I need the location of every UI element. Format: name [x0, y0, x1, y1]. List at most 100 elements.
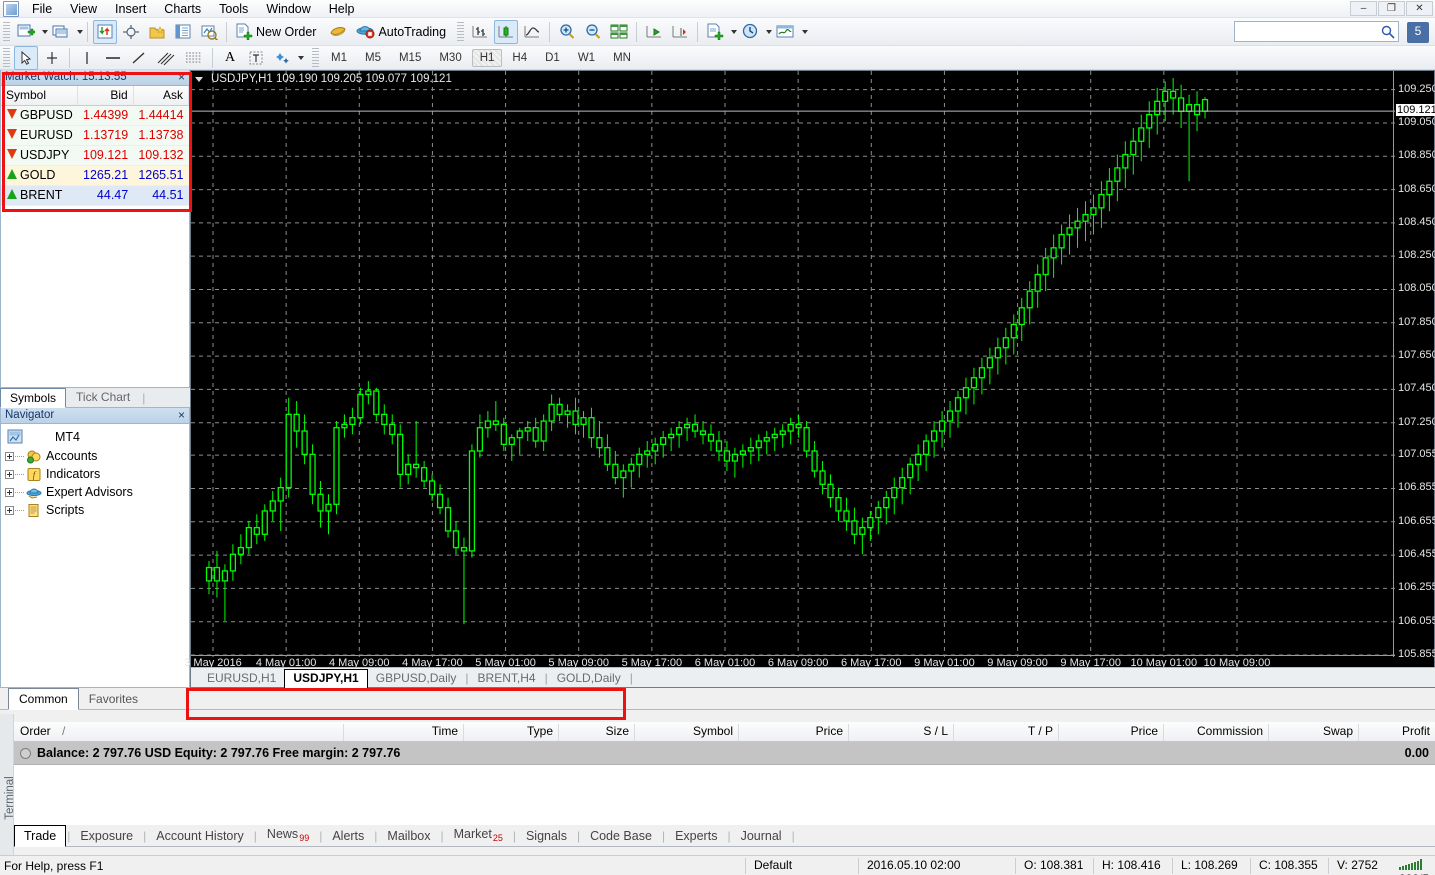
- status-profile[interactable]: Default: [745, 858, 792, 874]
- column-header-sl[interactable]: S / L: [849, 724, 954, 741]
- vertical-line-button[interactable]: [75, 46, 99, 70]
- timeframe-d1[interactable]: D1: [537, 49, 568, 67]
- terminal-tab-market[interactable]: Market25: [445, 824, 512, 847]
- menu-window[interactable]: Window: [257, 1, 319, 17]
- tab-common[interactable]: Common: [8, 688, 79, 710]
- navigator-button[interactable]: [171, 20, 195, 44]
- column-header-ask[interactable]: Ask: [133, 86, 188, 105]
- chart-tab-eurusd-h1[interactable]: EURUSD,H1: [199, 669, 284, 687]
- new-chart-button[interactable]: [14, 20, 38, 44]
- text-object-button[interactable]: [244, 46, 268, 70]
- periodicity-caret[interactable]: [766, 30, 772, 34]
- column-header-commission[interactable]: Commission: [1164, 724, 1269, 741]
- indicators-caret[interactable]: [802, 30, 808, 34]
- text-button[interactable]: A: [218, 46, 242, 70]
- cursor-button[interactable]: [14, 46, 38, 70]
- terminal-tab-signals[interactable]: Signals: [517, 826, 576, 846]
- profiles-button[interactable]: [49, 20, 73, 44]
- crosshair-tool-button[interactable]: [40, 46, 64, 70]
- chart-shift-button[interactable]: [642, 20, 666, 44]
- auto-scroll-button[interactable]: [668, 20, 692, 44]
- restore-button[interactable]: ❐: [1378, 1, 1405, 16]
- autotrading-button[interactable]: AutoTrading: [353, 20, 453, 44]
- table-row[interactable]: USDJPY 109.121 109.132: [1, 145, 189, 165]
- market-watch-button[interactable]: [93, 20, 117, 44]
- navigator-item-expert-advisors[interactable]: Expert Advisors: [3, 483, 189, 501]
- periodicity-button[interactable]: [738, 20, 762, 44]
- navigator-close-icon[interactable]: ×: [178, 408, 185, 422]
- candlestick-chart-button[interactable]: [494, 20, 518, 44]
- column-header-price-open[interactable]: Price: [739, 724, 849, 741]
- orders-list-body[interactable]: [14, 765, 1435, 825]
- timeframe-m1[interactable]: M1: [323, 49, 355, 67]
- crosshair-button[interactable]: [119, 20, 143, 44]
- terminal-tab-alerts[interactable]: Alerts: [323, 826, 373, 846]
- terminal-tab-journal[interactable]: Journal: [732, 826, 791, 846]
- bar-chart-button[interactable]: [468, 20, 492, 44]
- terminal-button[interactable]: [197, 20, 221, 44]
- timeframe-m15[interactable]: M15: [391, 49, 429, 67]
- equidistant-channel-button[interactable]: [153, 46, 179, 70]
- expand-node-icon[interactable]: [20, 748, 31, 759]
- fibonacci-button[interactable]: [181, 46, 207, 70]
- search-magnifier-icon[interactable]: [1381, 25, 1395, 39]
- timeframe-mn[interactable]: MN: [605, 49, 639, 67]
- search-input[interactable]: [1234, 21, 1399, 42]
- table-row[interactable]: GOLD 1265.21 1265.51: [1, 165, 189, 185]
- account-summary-row[interactable]: Balance: 2 797.76 USD Equity: 2 797.76 F…: [14, 742, 1435, 765]
- timeframe-w1[interactable]: W1: [570, 49, 603, 67]
- templates-caret[interactable]: [731, 30, 737, 34]
- expand-icon[interactable]: [5, 452, 14, 461]
- navigator-root-node[interactable]: MT4: [3, 427, 189, 447]
- column-header-profit[interactable]: Profit: [1359, 724, 1435, 741]
- price-axis[interactable]: 109.250109.050108.850108.650108.450108.2…: [1393, 71, 1434, 657]
- timeframe-h4[interactable]: H4: [504, 49, 535, 67]
- toolbar-grip-2[interactable]: [457, 22, 464, 42]
- market-watch-close-icon[interactable]: ×: [178, 70, 185, 84]
- timeframe-m30[interactable]: M30: [431, 49, 469, 67]
- terminal-tab-account-history[interactable]: Account History: [147, 826, 253, 846]
- indicators-button[interactable]: [773, 20, 798, 44]
- terminal-tab-mailbox[interactable]: Mailbox: [378, 826, 439, 846]
- chart-tab-gold-daily[interactable]: GOLD,Daily: [549, 669, 629, 687]
- navigator-item-accounts[interactable]: Accounts: [3, 447, 189, 465]
- timeframe-m5[interactable]: M5: [357, 49, 389, 67]
- navigator-item-scripts[interactable]: Scripts: [3, 501, 189, 519]
- chart-tab-brent-h4[interactable]: BRENT,H4: [470, 669, 544, 687]
- menu-view[interactable]: View: [61, 1, 106, 17]
- linetools-grip[interactable]: [3, 48, 10, 68]
- expand-icon[interactable]: [5, 470, 14, 479]
- tab-favorites[interactable]: Favorites: [79, 689, 148, 709]
- column-header-symbol[interactable]: Symbol: [1, 86, 78, 105]
- table-row[interactable]: BRENT 44.47 44.51: [1, 185, 189, 205]
- shapes-caret[interactable]: [298, 56, 304, 60]
- chart-menu-caret-icon[interactable]: [195, 77, 203, 82]
- table-row[interactable]: GBPUSD 1.44399 1.44414: [1, 105, 189, 125]
- menu-help[interactable]: Help: [320, 1, 364, 17]
- column-header-symbol[interactable]: Symbol: [635, 724, 739, 741]
- menu-insert[interactable]: Insert: [106, 1, 155, 17]
- navigator-item-indicators[interactable]: f Indicators: [3, 465, 189, 483]
- expand-icon[interactable]: [5, 488, 14, 497]
- terminal-tab-code-base[interactable]: Code Base: [581, 826, 661, 846]
- chart-window[interactable]: USDJPY,H1 109.190 109.205 109.077 109.12…: [190, 70, 1435, 688]
- timeframe-h1[interactable]: H1: [472, 49, 503, 67]
- tab-symbols[interactable]: Symbols: [0, 388, 66, 408]
- zoom-in-button[interactable]: [555, 20, 579, 44]
- trendline-button[interactable]: [127, 46, 151, 70]
- toolbar-grip[interactable]: [3, 22, 10, 42]
- column-header-price-close[interactable]: Price: [1059, 724, 1164, 741]
- metaeditor-button[interactable]: [325, 20, 351, 44]
- timeframes-grip[interactable]: [312, 48, 319, 68]
- chart-tab-gbpusd-daily[interactable]: GBPUSD,Daily: [368, 669, 465, 687]
- chart-tab-usdjpy-h1[interactable]: USDJPY,H1: [284, 669, 367, 688]
- new-chart-dropdown-caret[interactable]: [42, 30, 48, 34]
- line-chart-button[interactable]: [520, 20, 544, 44]
- terminal-tab-exposure[interactable]: Exposure: [71, 826, 142, 846]
- column-header-type[interactable]: Type: [464, 724, 559, 741]
- column-header-swap[interactable]: Swap: [1269, 724, 1359, 741]
- minimize-button[interactable]: –: [1350, 1, 1377, 16]
- column-header-time[interactable]: Time: [344, 724, 464, 741]
- expand-icon[interactable]: [5, 506, 14, 515]
- messages-badge[interactable]: 5: [1407, 22, 1429, 43]
